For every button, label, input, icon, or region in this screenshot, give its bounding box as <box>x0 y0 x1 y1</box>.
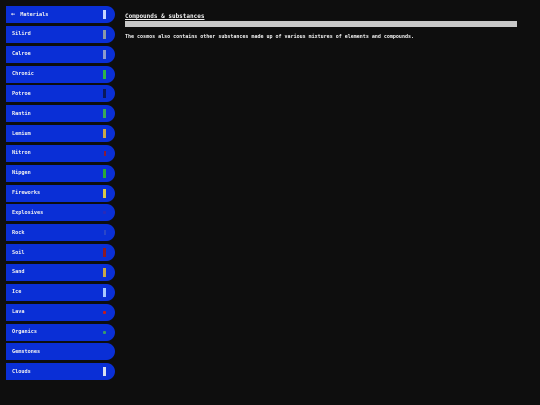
sidebar-item-label: Ice <box>12 289 22 296</box>
material-swatch-icon <box>103 109 106 119</box>
sidebar-item-potroe[interactable]: Potroe <box>6 85 115 103</box>
sidebar: ← Materials Silird Calroe Chronic Potroe Ran… <box>6 6 115 383</box>
material-swatch-icon <box>103 211 106 215</box>
sidebar-item-clouds[interactable]: Clouds <box>6 363 115 381</box>
sidebar-item-label: Nitron <box>12 150 31 157</box>
sidebar-item-label: Silird <box>12 31 31 38</box>
material-swatch-icon <box>103 188 106 198</box>
sidebar-item-sand[interactable]: Sand <box>6 263 115 281</box>
sidebar-item-rock[interactable]: Rock <box>6 224 115 242</box>
material-swatch-icon <box>103 168 106 178</box>
material-swatch-icon <box>103 330 106 334</box>
material-swatch-icon <box>103 310 106 314</box>
page-description: The cosmos also contains other substance… <box>125 34 414 40</box>
material-swatch-icon <box>103 129 106 139</box>
sidebar-item-gemstones[interactable]: Gemstones <box>6 343 115 361</box>
title-divider <box>125 21 517 27</box>
sidebar-item-label: Sand <box>12 269 25 276</box>
sidebar-item-lemium[interactable]: Lemium <box>6 125 115 143</box>
sidebar-item-label: Organics <box>12 329 37 335</box>
sidebar-item-label: Fireworks <box>12 190 41 197</box>
app-root: ← Materials Silird Calroe Chronic Potroe Ran… <box>0 0 540 405</box>
material-swatch-icon <box>103 287 106 297</box>
material-swatch-icon <box>103 248 106 258</box>
sidebar-item-soil[interactable]: Soil <box>6 244 115 262</box>
material-swatch-icon <box>103 69 106 79</box>
sidebar-item-label: Calroe <box>12 51 31 58</box>
material-swatch-icon <box>103 367 106 377</box>
sidebar-item-rantin[interactable]: Rantin <box>6 105 115 123</box>
material-swatch-icon <box>103 49 106 59</box>
sidebar-item-nipgen[interactable]: Nipgen <box>6 164 115 182</box>
sidebar-item-label: Lemium <box>12 130 31 137</box>
sidebar-item-label: Clouds <box>12 368 31 375</box>
sidebar-item-chronic[interactable]: Chronic <box>6 65 115 83</box>
arrow-left-icon: ← <box>11 10 16 18</box>
sidebar-item-label: Rock <box>12 229 25 236</box>
sidebar-item-fireworks[interactable]: Fireworks <box>6 184 115 202</box>
back-to-materials-button[interactable]: ← Materials <box>6 6 115 23</box>
sidebar-item-organics[interactable]: Organics <box>6 323 115 341</box>
sidebar-item-label: Gemstones <box>12 348 41 355</box>
sidebar-item-calroe[interactable]: Calroe <box>6 45 115 63</box>
sidebar-item-label: Lava <box>12 309 25 316</box>
sidebar-item-label: Nipgen <box>12 170 31 177</box>
material-swatch-icon <box>104 150 106 156</box>
sidebar-item-lava[interactable]: Lava <box>6 303 115 321</box>
back-button-label: Materials <box>20 11 49 18</box>
material-swatch-icon <box>103 10 106 19</box>
sidebar-item-label: Explosives <box>12 209 44 216</box>
sidebar-item-label: Soil <box>12 249 25 256</box>
sidebar-item-label: Chronic <box>12 71 34 78</box>
material-swatch-icon <box>103 29 106 39</box>
material-swatch-icon <box>104 230 106 236</box>
page-title: Compounds & substances <box>125 13 205 20</box>
sidebar-item-silird[interactable]: Silird <box>6 25 115 43</box>
material-swatch-icon <box>103 267 106 277</box>
sidebar-item-label: Rantin <box>12 110 31 117</box>
main-content: Compounds & substances The cosmos also c… <box>125 12 517 41</box>
sidebar-item-ice[interactable]: Ice <box>6 283 115 301</box>
sidebar-item-nitron[interactable]: Nitron <box>6 144 115 162</box>
material-swatch-icon <box>103 89 106 99</box>
sidebar-item-label: Potroe <box>12 90 31 97</box>
sidebar-item-explosives[interactable]: Explosives <box>6 204 115 222</box>
sidebar-item-list: Silird Calroe Chronic Potroe Rantin Lemium Nit… <box>6 25 115 381</box>
